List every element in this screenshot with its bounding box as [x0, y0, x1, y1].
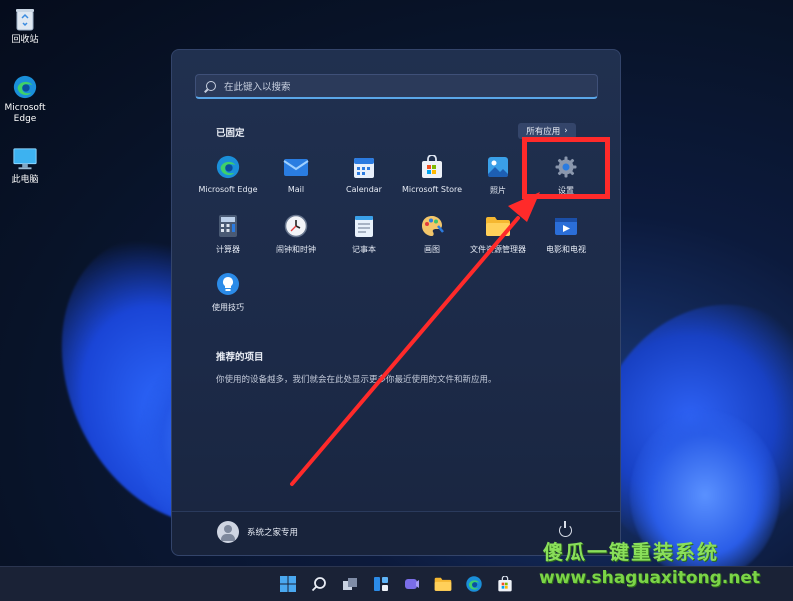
annotation-arrow [290, 192, 540, 486]
watermark: 傻瓜一键重装系统 www.shaguaxitong.net [535, 530, 793, 600]
start-icon[interactable] [278, 574, 298, 594]
task-view-icon[interactable] [340, 574, 360, 594]
watermark-url: www.shaguaxitong.net [539, 568, 761, 588]
search-icon[interactable] [309, 574, 329, 594]
file-explorer-icon[interactable] [433, 574, 453, 594]
watermark-title: 傻瓜一键重装系统 [543, 540, 719, 564]
widgets-icon[interactable] [371, 574, 391, 594]
chat-icon[interactable] [402, 574, 422, 594]
edge-icon[interactable] [464, 574, 484, 594]
store-icon[interactable] [495, 574, 515, 594]
